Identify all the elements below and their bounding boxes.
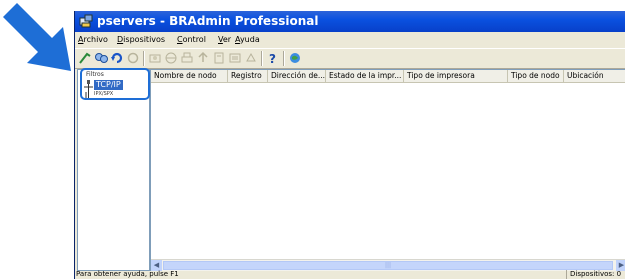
svg-text:?: ? bbox=[269, 52, 276, 65]
send-file-icon bbox=[212, 51, 226, 65]
menu-ver[interactable]: Ver bbox=[218, 32, 231, 48]
toolbar-separator bbox=[143, 51, 145, 66]
log-icon bbox=[228, 51, 242, 65]
toolbar: ? bbox=[75, 48, 625, 69]
reset-icon bbox=[244, 51, 258, 65]
device-list[interactable]: Nombre de nodo Registro Dirección de... … bbox=[150, 69, 625, 271]
help-icon[interactable]: ? bbox=[266, 51, 280, 65]
menu-dispositivos[interactable]: Dispositivos bbox=[117, 32, 165, 48]
status-device-count: Dispositivos: 0 bbox=[566, 270, 625, 279]
filter-icon[interactable] bbox=[78, 51, 92, 65]
status-hint: Para obtener ayuda, pulse F1 bbox=[76, 270, 179, 278]
column-header-estado[interactable]: Estado de la impr... bbox=[326, 70, 404, 82]
menu-ayuda[interactable]: Ayuda bbox=[235, 32, 260, 48]
scroll-thumb[interactable]: ||| bbox=[163, 261, 613, 270]
menu-bar: Archivo Dispositivos Control Ver Ayuda bbox=[75, 32, 625, 48]
title-bar[interactable]: pservers - BRAdmin Professional bbox=[75, 11, 625, 32]
toolbar-separator bbox=[261, 51, 263, 66]
column-header-ubicacion[interactable]: Ubicación bbox=[564, 70, 625, 82]
config-disabled-icon bbox=[126, 51, 140, 65]
menu-control[interactable]: Control bbox=[177, 32, 206, 48]
toolbar-separator bbox=[283, 51, 285, 66]
app-icon bbox=[79, 14, 93, 28]
column-header-tipo-nodo[interactable]: Tipo de nodo bbox=[508, 70, 564, 82]
menu-archivo[interactable]: Archivo bbox=[78, 32, 108, 48]
column-header-row: Nombre de nodo Registro Dirección de... … bbox=[151, 70, 625, 83]
app-window: pservers - BRAdmin Professional Archivo … bbox=[74, 11, 625, 279]
column-header-nombre[interactable]: Nombre de nodo bbox=[151, 70, 228, 82]
column-header-registro[interactable]: Registro bbox=[228, 70, 268, 82]
window-title: pservers - BRAdmin Professional bbox=[97, 14, 319, 28]
device-settings-icon bbox=[148, 51, 162, 65]
tree-highlight-callout bbox=[80, 68, 150, 100]
status-bar: Para obtener ayuda, pulse F1 Dispositivo… bbox=[75, 270, 625, 279]
printer-status-icon bbox=[180, 51, 194, 65]
upload-firmware-icon bbox=[196, 51, 210, 65]
network-settings-icon bbox=[164, 51, 178, 65]
column-header-tipo-impresora[interactable]: Tipo de impresora bbox=[404, 70, 508, 82]
web-browser-icon[interactable] bbox=[288, 51, 302, 65]
column-header-direccion[interactable]: Dirección de... bbox=[268, 70, 326, 82]
search-devices-icon[interactable] bbox=[94, 51, 108, 65]
refresh-icon[interactable] bbox=[110, 51, 124, 65]
